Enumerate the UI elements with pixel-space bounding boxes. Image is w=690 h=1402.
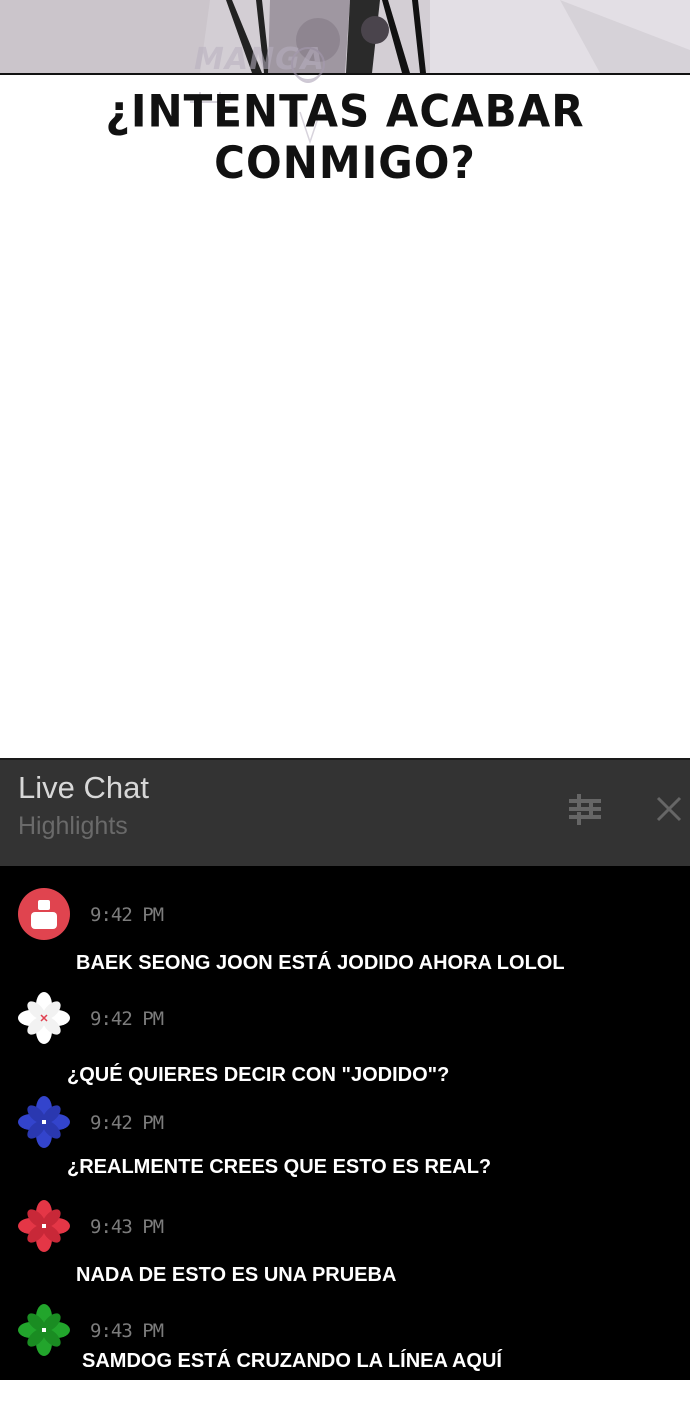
white-flower-avatar[interactable]: [16, 990, 72, 1046]
panel-caption: ¿INTENTAS ACABAR CONMIGO?: [105, 85, 585, 189]
chat-subtitle[interactable]: Highlights: [18, 812, 128, 841]
chat-message-list[interactable]: 9:42 PM BAEK SEONG JOON ESTÁ JODIDO AHOR…: [0, 866, 690, 1380]
chat-title: Live Chat: [18, 770, 149, 805]
sliders-icon[interactable]: [566, 790, 604, 828]
message-text: NADA DE ESTO ES UNA PRUEBA: [76, 1264, 397, 1286]
message-text: BAEK SEONG JOON ESTÁ JODIDO AHORA LOLOL: [76, 952, 565, 974]
message-time: 9:42 PM: [90, 1112, 164, 1134]
message-time: 9:42 PM: [90, 904, 164, 926]
message-text: SAMDOG ESTÁ CRUZANDO LA LÍNEA AQUÍ: [82, 1350, 502, 1372]
message-text: ¿REALMENTE CREES QUE ESTO ES REAL?: [67, 1156, 492, 1178]
message-text: ¿QUÉ QUIERES DECIR CON "JODIDO"?: [67, 1064, 450, 1086]
red-flower-avatar[interactable]: [16, 1198, 72, 1254]
live-chat-header: Live Chat Highlights: [0, 758, 690, 868]
green-flower-avatar[interactable]: [16, 1302, 72, 1358]
message-time: 9:43 PM: [90, 1320, 164, 1342]
red-circle-avatar[interactable]: [16, 886, 72, 942]
close-icon[interactable]: [654, 794, 684, 824]
message-time: 9:43 PM: [90, 1216, 164, 1238]
blue-flower-avatar[interactable]: [16, 1094, 72, 1150]
message-time: 9:42 PM: [90, 1008, 164, 1030]
